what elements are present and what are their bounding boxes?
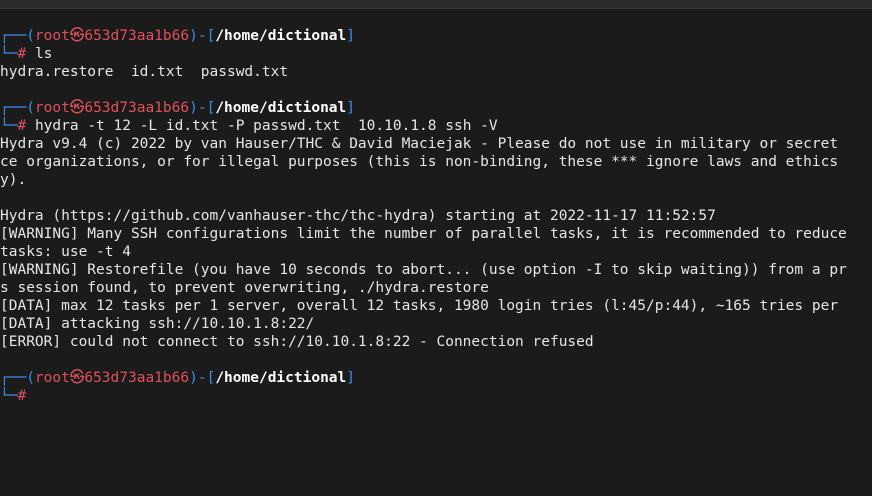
prompt-hash: # xyxy=(17,388,27,404)
output-line: y). xyxy=(0,172,27,188)
prompt-user: root xyxy=(34,28,70,44)
prompt-line: ┌──(root㉿653d73aa1b66)-[/home/dictional] xyxy=(0,28,355,44)
output-line: [WARNING] Restorefile (you have 10 secon… xyxy=(0,262,847,278)
prompt-user: root xyxy=(34,370,70,386)
output-line: tasks: use -t 4 xyxy=(0,244,131,260)
prompt-path: /home/dictional xyxy=(215,100,347,116)
prompt-hash: # xyxy=(17,118,27,134)
skull-icon: ㉿ xyxy=(69,370,85,386)
output-line: Hydra v9.4 (c) 2022 by van Hauser/THC & … xyxy=(0,136,839,152)
prompt-line: ┌──(root㉿653d73aa1b66)-[/home/dictional] xyxy=(0,100,355,116)
prompt-host: 653d73aa1b66 xyxy=(84,370,190,386)
command-line: └─# hydra -t 12 -L id.txt -P passwd.txt … xyxy=(0,118,498,134)
window-top-bar xyxy=(0,0,872,9)
output-line: ce organizations, or for illegal purpose… xyxy=(0,154,839,170)
skull-icon: ㉿ xyxy=(69,100,85,116)
prompt-path: /home/dictional xyxy=(215,370,347,386)
prompt-line: ┌──(root㉿653d73aa1b66)-[/home/dictional] xyxy=(0,370,355,386)
skull-icon: ㉿ xyxy=(69,28,85,44)
prompt-user: root xyxy=(34,100,70,116)
terminal-output[interactable]: ┌──(root㉿653d73aa1b66)-[/home/dictional]… xyxy=(0,27,872,496)
prompt-host: 653d73aa1b66 xyxy=(84,28,190,44)
output-line: [DATA] attacking ssh://10.10.1.8:22/ xyxy=(0,316,315,332)
command-input-line[interactable]: └─# xyxy=(0,387,872,405)
prompt-path: /home/dictional xyxy=(215,28,347,44)
output-line: [WARNING] Many SSH configurations limit … xyxy=(0,226,847,242)
output-line: hydra.restore id.txt passwd.txt xyxy=(0,64,289,80)
output-line: s session found, to prevent overwriting,… xyxy=(0,280,489,296)
output-line: [DATA] max 12 tasks per 1 server, overal… xyxy=(0,298,839,314)
prompt-hash: # xyxy=(17,46,27,62)
command-text: hydra -t 12 -L id.txt -P passwd.txt 10.1… xyxy=(34,118,498,134)
command-text: ls xyxy=(34,46,53,62)
output-line: [ERROR] could not connect to ssh://10.10… xyxy=(0,334,594,350)
prompt-host: 653d73aa1b66 xyxy=(84,100,190,116)
output-line: Hydra (https://github.com/vanhauser-thc/… xyxy=(0,208,716,224)
command-line: └─# ls xyxy=(0,46,53,62)
